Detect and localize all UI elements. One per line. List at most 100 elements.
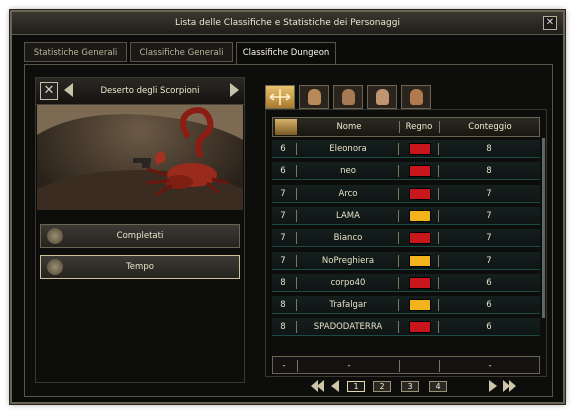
time-label: Tempo (126, 262, 154, 272)
rank-cell: 6 (280, 144, 286, 154)
count-cell: 8 (486, 144, 492, 154)
count-cell: 7 (486, 255, 492, 266)
tab-general-stats[interactable]: Statistiche Generali (24, 42, 127, 62)
shaman-portrait-icon (410, 89, 423, 105)
tab-sura[interactable] (367, 85, 397, 109)
own-count: - (488, 361, 492, 371)
dungeon-rankings-panel: ✕ Deserto degli Scorpioni Completati Tem… (24, 64, 553, 397)
realm-flag-icon (409, 143, 431, 155)
divider (296, 321, 297, 334)
divider (296, 299, 297, 312)
prev-page-icon[interactable] (331, 380, 339, 392)
table-row[interactable]: 7 NoPreghiera 7 (272, 251, 540, 270)
table-row[interactable]: 7 LAMA 7 (272, 206, 540, 225)
last-page-icon-2[interactable] (509, 380, 516, 392)
close-button[interactable]: ✕ (543, 16, 557, 30)
divider (398, 321, 399, 334)
count-cell: 6 (486, 300, 492, 311)
divider (296, 187, 297, 200)
count-cell: 8 (486, 166, 492, 177)
tab-warrior[interactable] (299, 85, 329, 109)
page-1-button[interactable]: 1 (347, 381, 365, 392)
player-name: NoPreghiera (321, 255, 375, 266)
player-name: neo (340, 166, 356, 177)
divider (296, 276, 297, 289)
completed-button[interactable]: Completati (40, 224, 240, 248)
crossed-arrows-icon (269, 89, 291, 105)
player-name: Arco (338, 188, 358, 199)
rank-cell: 7 (280, 188, 286, 199)
divider (297, 360, 298, 372)
tab-general-rankings[interactable]: Classifiche Generali (130, 42, 233, 62)
divider (398, 254, 399, 267)
page-3-button[interactable]: 3 (401, 381, 419, 392)
realm-flag-icon (409, 209, 431, 222)
page-2-button[interactable]: 2 (373, 381, 391, 392)
main-tabs: Statistiche Generali Classifiche General… (24, 42, 551, 65)
divider (398, 232, 399, 245)
rank-cell: 7 (280, 255, 286, 266)
count-cell: 7 (486, 210, 492, 221)
dungeon-bar: ✕ Deserto degli Scorpioni (36, 78, 244, 105)
own-rank-row: - - - (272, 356, 540, 374)
table-row[interactable]: 8 Trafalgar 6 (272, 296, 540, 315)
window-title: Lista delle Classifiche e Statistiche de… (175, 18, 400, 28)
table-row[interactable]: 7 Bianco 7 (272, 229, 540, 248)
realm-flag-icon (409, 254, 431, 267)
table-row[interactable]: 7 Arco 7 (272, 184, 540, 203)
scrollbar[interactable] (542, 138, 545, 318)
sura-portrait-icon (376, 89, 389, 105)
rank-cell: 6 (280, 166, 286, 177)
rank-cell: 8 (280, 277, 286, 288)
realm-flag-icon (409, 187, 431, 200)
divider (399, 360, 400, 372)
count-cell: 7 (486, 188, 492, 199)
next-page-icon[interactable] (489, 380, 497, 392)
first-page-icon-2[interactable] (317, 380, 324, 392)
rank-cell: 7 (280, 233, 286, 244)
shield-icon (47, 259, 63, 275)
table-row[interactable]: 6 neo 8 (272, 162, 540, 181)
table-row[interactable]: 8 SPADODATERRA 6 (272, 318, 540, 337)
tab-dungeon-rankings[interactable]: Classifiche Dungeon (236, 42, 336, 65)
divider (398, 165, 399, 178)
realm-flag-icon (409, 232, 431, 245)
realm-flag-icon (409, 165, 431, 178)
warrior-portrait-icon (308, 89, 321, 105)
time-button[interactable]: Tempo (40, 255, 240, 279)
player-name: Bianco (333, 233, 363, 244)
pagination: 1 2 3 4 (265, 379, 547, 395)
divider (398, 276, 399, 289)
header-name: Nome (336, 122, 362, 132)
realm-flag-icon (409, 276, 431, 289)
table-row[interactable]: 6 Eleonora 8 (272, 140, 540, 158)
dungeon-preview-image (37, 105, 243, 210)
header-count: Conteggio (468, 122, 512, 132)
close-icon[interactable]: ✕ (40, 82, 58, 100)
next-dungeon-arrow-icon[interactable] (230, 83, 239, 97)
rankings-table: Nome Regno Conteggio 6 Eleonora 8 6 neo 8 7 Arc… (265, 109, 547, 377)
divider (296, 165, 297, 178)
dungeon-selector: ✕ Deserto degli Scorpioni Completati Tem… (35, 77, 245, 383)
own-rank: - (282, 361, 286, 371)
player-name: corpo40 (330, 277, 366, 288)
crossed-swords-icon (47, 228, 63, 244)
table-row[interactable]: 8 corpo40 6 (272, 273, 540, 292)
realm-flag-icon (409, 299, 431, 312)
player-name: Eleonora (329, 144, 367, 154)
rank-cell: 8 (280, 300, 286, 311)
divider (296, 209, 297, 222)
completed-label: Completati (116, 231, 164, 241)
count-cell: 6 (486, 322, 492, 333)
prev-dungeon-arrow-icon[interactable] (64, 83, 73, 97)
count-cell: 7 (486, 233, 492, 244)
tab-shaman[interactable] (401, 85, 431, 109)
rankings-window: Lista delle Classifiche e Statistiche de… (10, 10, 565, 404)
player-name: Trafalgar (329, 300, 367, 311)
table-header: Nome Regno Conteggio (272, 117, 540, 137)
tab-all-classes[interactable] (265, 85, 295, 109)
rank-cell: 7 (280, 210, 286, 221)
dungeon-name: Deserto degli Scorpioni (100, 86, 200, 96)
page-4-button[interactable]: 4 (429, 381, 447, 392)
tab-ninja[interactable] (333, 85, 363, 109)
